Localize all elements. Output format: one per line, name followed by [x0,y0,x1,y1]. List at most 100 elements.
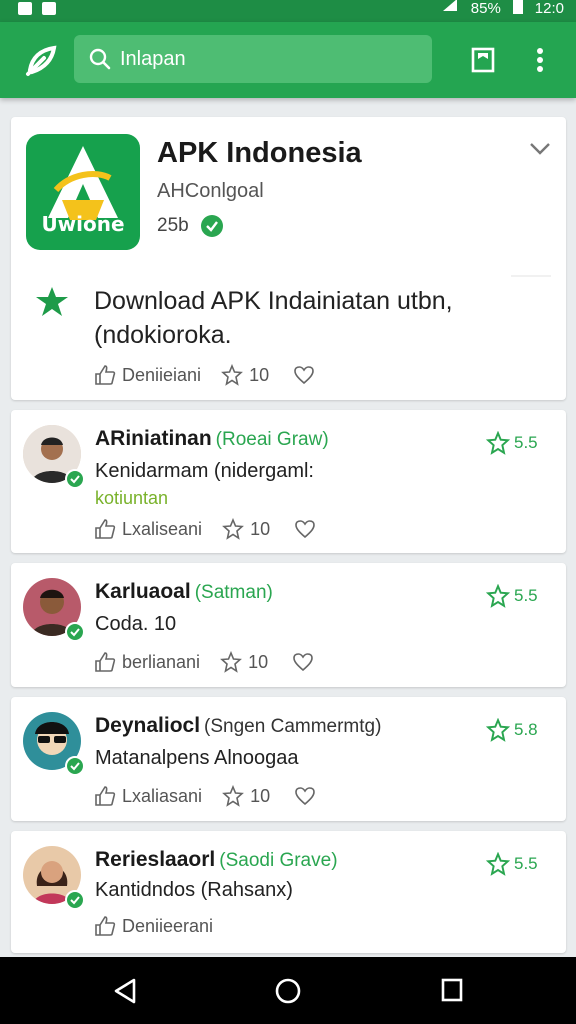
star-outline-icon [486,718,510,742]
avatar[interactable] [23,712,85,776]
thumbs-up-icon [95,652,116,672]
reviewer-name-text: Rerieslaaorl [95,848,216,871]
favorite-button[interactable] [293,364,315,386]
app-developer[interactable]: AHConlgoal [157,180,264,203]
signal-icon [441,0,459,17]
description-line-1: Download APK Indainiatan utbn, [94,287,453,315]
rating: 5.5 [486,584,538,608]
battery-icon [512,0,523,18]
chevron-down-icon[interactable] [529,142,551,161]
search-icon [89,48,111,70]
like-button[interactable]: berlianani [94,651,200,673]
reviewer-tag: (Sngen Cammermtg) [204,716,382,737]
favorite-button[interactable] [294,518,316,540]
thumbs-up-icon [95,916,116,936]
reviewer-name: Deynaliocl (Sngen Cammermtg) [95,714,381,738]
featured-star-icon [33,285,71,324]
divider [511,275,551,277]
notification-icon [18,2,32,15]
reviewer-name: Rerieslaaorl (Saodi Grave) [95,848,338,872]
star-button[interactable]: 10 [222,518,270,540]
star-button[interactable]: 10 [222,785,270,807]
clock: 12:0 [534,0,564,17]
verified-icon [200,215,223,237]
favorite-button[interactable] [294,785,316,807]
bookmark-icon[interactable] [470,47,496,78]
back-icon[interactable] [112,977,138,1010]
reviewer-tag: (Satman) [194,582,273,603]
rating-value: 5.5 [514,433,538,452]
star-outline-icon [486,852,510,876]
heart-outline-icon [295,787,315,806]
app-size: 25b [157,215,189,236]
rating: 5.8 [486,718,538,742]
reviewer-name: Karluaoal (Satman) [95,580,273,604]
rating-value: 5.5 [514,854,538,873]
star-outline-icon [221,364,243,386]
star-outline-icon [486,584,510,608]
like-button[interactable]: Lxaliseani [94,518,202,540]
star-button[interactable]: 10 [220,651,268,673]
app-icon: Uwione [26,134,140,250]
file-icon [42,2,56,15]
review-card[interactable]: Karluaoal (Satman) 5.5 Coda. 10 berlianan… [11,563,566,687]
favorite-button[interactable] [292,651,314,673]
reviewer-name-text: Karluaoal [95,580,191,603]
review-text: Coda. 10 [95,613,177,635]
system-nav-bar [0,957,576,1024]
verified-icon [65,756,85,776]
review-actions: berlianani 10 [94,651,314,673]
star-count: 10 [249,364,270,385]
heart-outline-icon [293,653,313,672]
review-subtext: kotiuntan [95,488,169,508]
star-outline-icon [220,651,242,673]
like-label: Lxaliasani [122,785,203,806]
star-outline-icon [486,431,510,455]
app-bar: Inlapan [0,22,576,98]
reviewer-name: ARiniatinan (Roeai Graw) [95,427,329,451]
like-button[interactable]: Deniieiani [94,364,201,386]
review-text: Kantidndos (Rahsanx) [95,879,293,901]
recents-icon[interactable] [440,977,464,1008]
review-text: Kenidarmam (nidergaml: [95,460,314,482]
review-card[interactable]: Deynaliocl (Sngen Cammermtg) 5.8 Matanalp… [11,697,566,821]
reviewer-name-text: ARiniatinan [95,427,212,450]
star-count: 10 [248,651,269,672]
app-actions: Deniieiani 10 [94,364,315,386]
app-card[interactable]: Uwione APK Indonesia AHConlgoal 25b Down… [11,117,566,400]
app-title: APK Indonesia [157,137,362,169]
home-icon[interactable] [274,977,302,1010]
like-label: Deniieerani [122,915,214,936]
rating-value: 5.5 [514,586,538,605]
description-line-2: (ndokioroka. [94,321,232,349]
verified-icon [65,890,85,910]
like-button[interactable]: Deniieerani [94,915,213,937]
review-actions: Lxaliseani 10 [94,518,316,540]
star-count: 10 [250,518,271,539]
avatar[interactable] [23,425,85,489]
rating: 5.5 [486,431,538,455]
thumbs-up-icon [95,519,116,539]
verified-icon [65,622,85,642]
more-vert-icon[interactable] [536,46,544,79]
review-card[interactable]: ARiniatinan (Roeai Graw) 5.5 Kenidarmam (… [11,410,566,553]
thumbs-up-icon [95,365,116,385]
avatar[interactable] [23,846,85,910]
like-label: Deniieiani [122,364,202,385]
avatar[interactable] [23,578,85,642]
status-bar: 85% 12:0 [0,0,576,22]
review-card[interactable]: Rerieslaaorl (Saodi Grave) 5.5 Kantidndos… [11,831,566,953]
star-outline-icon [222,518,244,540]
review-actions: Deniieerani [94,915,213,937]
app-logo-icon[interactable] [22,40,62,80]
star-outline-icon [222,785,244,807]
battery-text: 85% [470,0,501,17]
rating-value: 5.8 [514,720,538,739]
search-input[interactable]: Inlapan [74,35,432,83]
review-actions: Lxaliasani 10 [94,785,316,807]
thumbs-up-icon [95,786,116,806]
star-button[interactable]: 10 [221,364,269,386]
verified-icon [65,469,85,489]
like-label: berlianani [122,651,201,672]
like-button[interactable]: Lxaliasani [94,785,202,807]
